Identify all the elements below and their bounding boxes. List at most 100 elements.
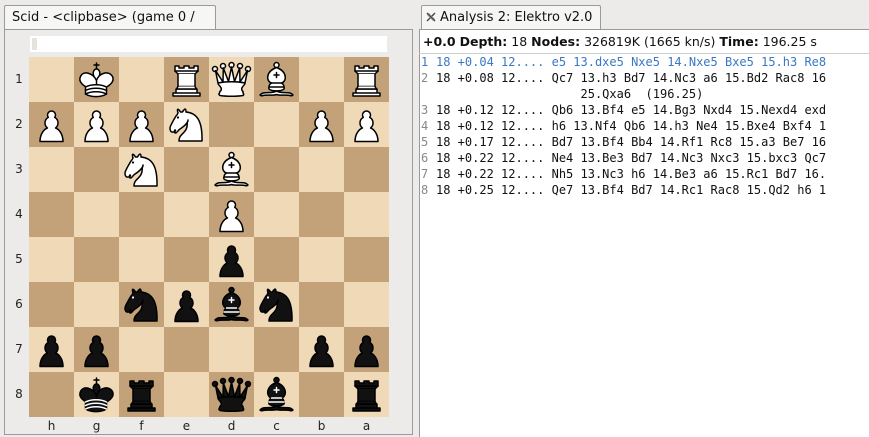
file-label-f: f <box>139 419 144 433</box>
white-bishop-icon[interactable] <box>254 57 299 102</box>
square-h3[interactable] <box>29 147 74 192</box>
square-c7[interactable] <box>254 327 299 372</box>
square-a5[interactable] <box>344 237 389 282</box>
pv-line-text: 18 +0.22 12.... Nh5 13.Nc3 h6 14.Be3 a6 … <box>436 167 827 181</box>
black-rook-icon[interactable] <box>344 372 389 417</box>
pv-line-text: 18 +0.22 12.... Ne4 13.Be3 Bd7 14.Nc3 Nx… <box>436 151 827 165</box>
black-bishop-icon[interactable] <box>209 282 254 327</box>
square-b1[interactable] <box>299 57 344 102</box>
black-pawn-icon[interactable] <box>209 237 254 282</box>
square-a4[interactable] <box>344 192 389 237</box>
white-pawn-icon[interactable] <box>119 102 164 147</box>
chess-board[interactable] <box>29 57 389 417</box>
file-label-e: e <box>182 419 191 433</box>
square-g6[interactable] <box>74 282 119 327</box>
square-c5[interactable] <box>254 237 299 282</box>
rank-label-8: 8 <box>15 387 23 401</box>
time-value: 196.25 s <box>762 34 817 49</box>
pv-line-text: 18 +0.12 12.... h6 13.Nf4 Qb6 14.h3 Ne4 … <box>436 119 827 133</box>
black-knight-icon[interactable] <box>119 282 164 327</box>
engine-status: +0.0 Depth: 18 Nodes: 326819K (1665 kn/s… <box>423 33 817 51</box>
square-b6[interactable] <box>299 282 344 327</box>
black-pawn-icon[interactable] <box>164 282 209 327</box>
square-h6[interactable] <box>29 282 74 327</box>
square-e4[interactable] <box>164 192 209 237</box>
square-c2[interactable] <box>254 102 299 147</box>
pv-list[interactable]: 1 18 +0.04 12.... e5 13.dxe5 Nxe5 14.Nxe5… <box>419 54 869 437</box>
black-queen-icon[interactable] <box>209 372 254 417</box>
depth-label: Depth: <box>459 34 508 49</box>
square-h1[interactable] <box>29 57 74 102</box>
square-d7[interactable] <box>209 327 254 372</box>
black-king-icon[interactable] <box>74 372 119 417</box>
square-f5[interactable] <box>119 237 164 282</box>
square-f4[interactable] <box>119 192 164 237</box>
square-b4[interactable] <box>299 192 344 237</box>
tab-game[interactable]: Scid - <clipbase> (game 0 / 0) <box>4 5 216 49</box>
square-f1[interactable] <box>119 57 164 102</box>
pv-line-number: 8 <box>421 183 429 197</box>
square-g5[interactable] <box>74 237 119 282</box>
white-queen-icon[interactable] <box>209 57 254 102</box>
file-label-a: a <box>362 419 371 433</box>
file-label-d: d <box>227 419 236 433</box>
pv-line-text: 25.Qxa6 (196.25) <box>436 87 704 101</box>
black-pawn-icon[interactable] <box>29 327 74 372</box>
square-f7[interactable] <box>119 327 164 372</box>
white-knight-icon[interactable] <box>119 147 164 192</box>
square-c4[interactable] <box>254 192 299 237</box>
file-label-c: c <box>273 419 280 433</box>
white-pawn-icon[interactable] <box>299 102 344 147</box>
square-h4[interactable] <box>29 192 74 237</box>
square-d2[interactable] <box>209 102 254 147</box>
pv-line-number: 3 <box>421 103 429 117</box>
white-pawn-icon[interactable] <box>209 192 254 237</box>
square-e3[interactable] <box>164 147 209 192</box>
close-icon[interactable] <box>426 12 436 22</box>
black-bishop-icon[interactable] <box>254 372 299 417</box>
white-knight-icon[interactable] <box>164 102 209 147</box>
black-pawn-icon[interactable] <box>74 327 119 372</box>
board-pane: Scid - <clipbase> (game 0 / 0) 12345678 … <box>0 0 415 437</box>
square-g4[interactable] <box>74 192 119 237</box>
white-rook-icon[interactable] <box>344 57 389 102</box>
game-progress-bar <box>30 36 387 52</box>
square-h8[interactable] <box>29 372 74 417</box>
square-b5[interactable] <box>299 237 344 282</box>
pv-line-text: 18 +0.04 12.... e5 13.dxe5 Nxe5 14.Nxe5 … <box>436 55 827 69</box>
nodes-label: Nodes: <box>531 34 581 49</box>
white-rook-icon[interactable] <box>164 57 209 102</box>
square-a3[interactable] <box>344 147 389 192</box>
square-b8[interactable] <box>299 372 344 417</box>
pv-line-number: 2 <box>421 71 429 85</box>
black-knight-icon[interactable] <box>254 282 299 327</box>
white-pawn-icon[interactable] <box>344 102 389 147</box>
pv-line-number: 5 <box>421 135 429 149</box>
square-e7[interactable] <box>164 327 209 372</box>
black-pawn-icon[interactable] <box>299 327 344 372</box>
square-c3[interactable] <box>254 147 299 192</box>
square-e5[interactable] <box>164 237 209 282</box>
square-e8[interactable] <box>164 372 209 417</box>
black-pawn-icon[interactable] <box>344 327 389 372</box>
time-label: Time: <box>719 34 759 49</box>
rank-label-6: 6 <box>15 297 23 311</box>
square-a6[interactable] <box>344 282 389 327</box>
white-king-icon[interactable] <box>74 57 119 102</box>
pv-line-number: 6 <box>421 151 429 165</box>
black-rook-icon[interactable] <box>119 372 164 417</box>
white-pawn-icon[interactable] <box>29 102 74 147</box>
white-pawn-icon[interactable] <box>74 102 119 147</box>
rank-label-3: 3 <box>15 162 23 176</box>
pv-line-number: 7 <box>421 167 429 181</box>
square-g3[interactable] <box>74 147 119 192</box>
game-progress-fill <box>32 38 37 50</box>
white-bishop-icon[interactable] <box>209 147 254 192</box>
file-label-h: h <box>47 419 56 433</box>
rank-label-5: 5 <box>15 252 23 266</box>
tab-analysis[interactable]: Analysis 2: Elektro v2.0 <box>421 5 601 29</box>
rank-label-4: 4 <box>15 207 23 221</box>
pv-line-text: 18 +0.08 12.... Qc7 13.h3 Bd7 14.Nc3 a6 … <box>436 71 827 85</box>
square-b3[interactable] <box>299 147 344 192</box>
square-h5[interactable] <box>29 237 74 282</box>
